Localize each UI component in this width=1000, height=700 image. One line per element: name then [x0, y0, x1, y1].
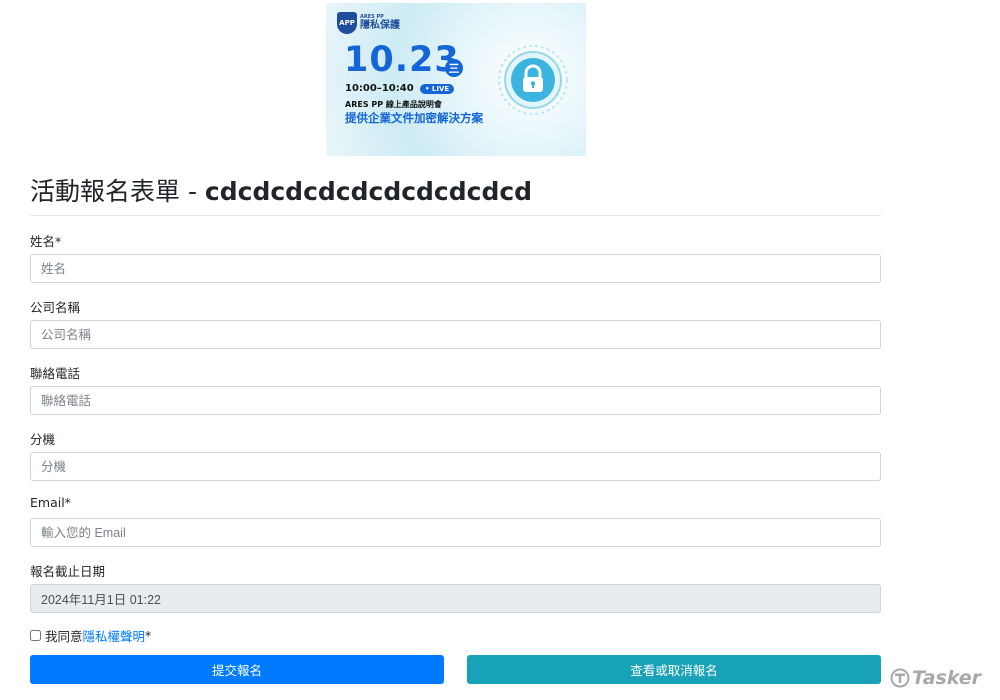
event-weekday: 三: [445, 59, 463, 77]
title-divider: [30, 215, 881, 216]
agree-text: 我同意: [45, 629, 83, 644]
live-badge: • LIVE: [420, 84, 455, 94]
brand-name: 隱私保護: [360, 20, 400, 31]
deadline-label: 報名截止日期: [30, 564, 106, 579]
event-time: 10:00–10:40: [345, 83, 414, 94]
privacy-checkbox[interactable]: [30, 630, 41, 641]
name-input[interactable]: [30, 254, 881, 283]
watermark-text: Tasker: [912, 667, 982, 689]
phone-label: 聯絡電話: [30, 366, 81, 381]
tasker-watermark: Tasker: [890, 667, 981, 689]
view-cancel-registration-button[interactable]: 查看或取消報名: [467, 655, 881, 684]
padlock-icon: [498, 45, 568, 115]
phone-input[interactable]: [30, 386, 881, 415]
event-code: cdcdcdcdcdcdcdcdcdcd: [204, 177, 533, 206]
page-title: 活動報名表單 - cdcdcdcdcdcdcdcdcdcd: [30, 177, 533, 206]
event-subtitle: ARES PP 線上產品說明會: [345, 100, 442, 109]
event-slogan: 提供企業文件加密解決方案: [345, 111, 483, 125]
required-mark: *: [145, 628, 152, 643]
tasker-logo-icon: [890, 668, 910, 688]
email-input[interactable]: [30, 518, 881, 547]
event-banner: APP ARES PP 隱私保護 10.23 三 10:00–10:40 • L…: [326, 3, 586, 156]
deadline-input: [30, 584, 881, 613]
submit-registration-button[interactable]: 提交報名: [30, 655, 444, 684]
privacy-agree-row: 我同意 隱私權聲明 *: [30, 626, 151, 645]
company-label: 公司名稱: [30, 300, 81, 315]
company-input[interactable]: [30, 320, 881, 349]
privacy-policy-link[interactable]: 隱私權聲明: [83, 626, 146, 645]
registration-page: APP ARES PP 隱私保護 10.23 三 10:00–10:40 • L…: [0, 0, 1000, 700]
extension-input[interactable]: [30, 452, 881, 481]
extension-label: 分機: [30, 432, 56, 447]
brand-logo: APP ARES PP 隱私保護: [337, 11, 400, 35]
name-label: 姓名*: [30, 234, 62, 249]
email-label: Email*: [30, 495, 71, 510]
event-date: 10.23: [344, 40, 460, 80]
brand-shield-icon: APP: [337, 12, 357, 34]
